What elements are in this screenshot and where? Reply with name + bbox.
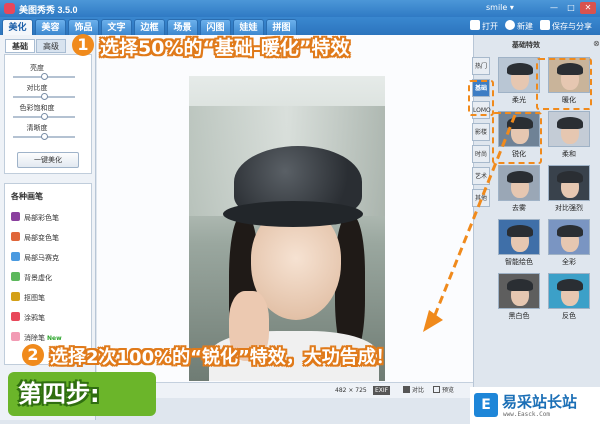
brush-item[interactable]: 抠图笔 <box>11 292 45 305</box>
brush-panel-title: 各种画笔 <box>11 192 43 201</box>
warm-effect-highlight <box>536 58 592 110</box>
brush-label: 抠图笔 <box>24 294 45 302</box>
preview-button[interactable]: 预览 <box>433 383 454 398</box>
brush-item[interactable]: 局部变色笔 <box>11 232 59 245</box>
site-watermark: E 易采站长站 www.Easck.Com <box>470 387 600 424</box>
brush-item[interactable]: 局部马赛克 <box>11 252 59 265</box>
thumbnail-hat <box>557 117 583 129</box>
save-share-label: 保存与分享 <box>552 22 592 31</box>
tab-makeup[interactable]: 美容 <box>35 19 66 35</box>
one-key-beautify-button[interactable]: 一键美化 <box>17 152 79 168</box>
new-button[interactable]: 新建 <box>505 20 533 33</box>
preview-icon <box>433 386 440 393</box>
eraser-icon <box>11 332 20 341</box>
cutout-icon <box>11 292 20 301</box>
adjustment-panel: 亮度 对比度 色彩饱和度 清晰度 一键美化 <box>4 54 92 174</box>
slider-knob[interactable] <box>41 113 48 120</box>
thumbnail-hat <box>557 225 583 237</box>
maximize-button[interactable]: □ <box>563 2 579 14</box>
contrast-label: 对比度 <box>26 84 48 92</box>
effect-thumbnail[interactable] <box>548 111 590 147</box>
step1-callout: 选择50%的“基础-暖化”特效 <box>100 37 350 59</box>
recolor-brush-icon <box>11 232 20 241</box>
brush-label: 消除笔 <box>24 334 45 342</box>
brush-item[interactable]: 涂鸦笔 <box>11 312 45 325</box>
save-icon <box>540 20 550 30</box>
app-logo-icon <box>4 3 15 14</box>
exif-button[interactable]: EXIF <box>373 386 391 395</box>
brush-label: 局部变色笔 <box>24 234 59 242</box>
doodle-icon <box>11 312 20 321</box>
site-logo: E <box>474 393 498 417</box>
step2-callout: 选择2次100%的“锐化”特效，大功告成！ <box>50 347 394 368</box>
effect-thumbnail[interactable] <box>548 165 590 201</box>
compare-button[interactable]: 对比 <box>403 383 424 398</box>
mosaic-icon <box>11 252 20 261</box>
saturation-label: 色彩饱和度 <box>19 104 55 112</box>
plus-icon <box>505 20 515 30</box>
close-icon[interactable]: ⊗ <box>593 39 600 48</box>
tab-beautify[interactable]: 美化 <box>2 19 33 35</box>
step1-number: 1 <box>72 34 94 56</box>
user-menu[interactable]: smile ▾ <box>486 3 514 12</box>
brush-panel: 各种画笔 局部彩色笔局部变色笔局部马赛克背景虚化抠图笔涂鸦笔消除笔 New <box>4 183 92 365</box>
blur-icon <box>11 272 20 281</box>
save-share-button[interactable]: 保存与分享 <box>540 20 592 33</box>
effect-thumbnail[interactable] <box>498 57 540 93</box>
thumbnail-hat <box>557 171 583 183</box>
photo-hat-brim <box>223 201 363 227</box>
folder-icon <box>470 20 480 30</box>
effect-label: 对比强烈 <box>555 204 583 212</box>
app-title: 美图秀秀 3.5.0 <box>19 5 78 15</box>
step-banner: 第四步: <box>8 372 156 416</box>
sharpness-slider[interactable] <box>13 133 75 140</box>
title-bar: 美图秀秀 3.5.0 smile ▾ — □ ✕ <box>0 0 600 17</box>
tab-accessories[interactable]: 饰品 <box>68 19 99 35</box>
image-dimensions: 482 × 725 <box>335 387 367 394</box>
brush-label: 涂鸦笔 <box>24 314 45 322</box>
effect-thumbnail[interactable] <box>548 273 590 309</box>
slider-knob[interactable] <box>41 73 48 80</box>
thumbnail-hat <box>557 279 583 291</box>
open-button[interactable]: 打开 <box>470 20 498 33</box>
brightness-label: 亮度 <box>30 64 44 72</box>
close-button[interactable]: ✕ <box>580 2 596 14</box>
effect-label: 全彩 <box>562 258 576 266</box>
effects-panel-title: 基础特效 <box>512 41 540 49</box>
effect-thumbnail[interactable] <box>548 219 590 255</box>
new-label: 新建 <box>517 22 533 31</box>
brush-item[interactable]: 背景虚化 <box>11 272 52 285</box>
effect-label: 柔和 <box>562 150 576 158</box>
open-label: 打开 <box>482 22 498 31</box>
site-name: 易采站长站 <box>502 393 578 411</box>
compare-icon <box>403 386 410 393</box>
subtab-basic[interactable]: 基础 <box>5 39 35 53</box>
effect-label: 反色 <box>562 312 576 320</box>
brush-label: 局部马赛克 <box>24 254 59 262</box>
slider-knob[interactable] <box>41 133 48 140</box>
saturation-slider[interactable] <box>13 113 75 120</box>
brush-item[interactable]: 局部彩色笔 <box>11 212 59 225</box>
site-url: www.Easck.Com <box>503 411 550 418</box>
step2-number: 2 <box>22 344 44 366</box>
compare-label: 对比 <box>412 387 425 394</box>
brush-label: 背景虚化 <box>24 274 52 282</box>
thumbnail-hat <box>507 63 533 75</box>
sharpness-label: 清晰度 <box>26 124 48 132</box>
one-key-label: 一键美化 <box>34 156 62 164</box>
brush-label: 局部彩色笔 <box>24 214 59 222</box>
arrow-icon <box>423 114 517 332</box>
new-badge: New <box>47 335 62 342</box>
subtab-advanced[interactable]: 高级 <box>36 39 66 53</box>
contrast-slider[interactable] <box>13 93 75 100</box>
minimize-button[interactable]: — <box>546 2 562 14</box>
slider-knob[interactable] <box>41 93 48 100</box>
effect-label: 柔光 <box>512 96 526 104</box>
brightness-slider[interactable] <box>13 73 75 80</box>
preview-label: 预览 <box>442 387 455 394</box>
effect-category[interactable]: 热门 <box>472 57 490 75</box>
color-brush-icon <box>11 212 20 221</box>
photo[interactable] <box>189 76 385 381</box>
